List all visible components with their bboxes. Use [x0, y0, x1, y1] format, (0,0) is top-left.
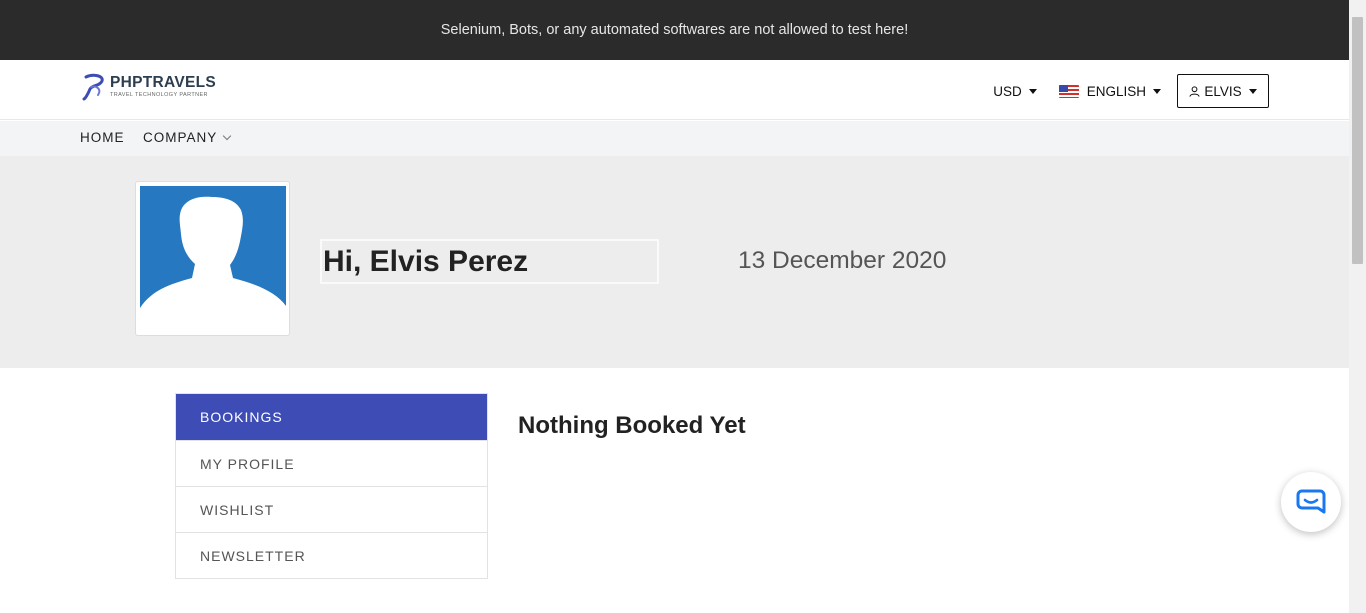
sidebar-item-wishlist[interactable]: WISHLIST: [176, 486, 487, 532]
account-label: ELVIS: [1204, 83, 1242, 99]
caret-down-icon: [1028, 88, 1037, 94]
avatar-frame: [135, 181, 290, 336]
account-button[interactable]: ELVIS: [1177, 74, 1269, 108]
scrollbar-thumb[interactable]: [1352, 17, 1363, 264]
sidebar-item-label: MY PROFILE: [200, 455, 295, 472]
caret-down-icon: [1248, 88, 1257, 94]
nav-home-label: HOME: [80, 130, 125, 145]
currency-label: USD: [993, 83, 1022, 99]
logo-subtitle: TRAVEL TECHNOLOGY PARTNER: [110, 92, 208, 98]
page-scrollbar[interactable]: [1349, 0, 1366, 613]
main-nav: HOME COMPANY: [0, 121, 1349, 156]
sidebar-item-bookings[interactable]: BOOKINGS: [176, 394, 487, 440]
profile-banner: Hi, Elvis Perez 13 December 2020: [0, 156, 1349, 368]
nav-home[interactable]: HOME: [80, 130, 125, 145]
logo-icon: [82, 73, 104, 101]
nav-company[interactable]: COMPANY: [143, 130, 232, 145]
nav-company-label: COMPANY: [143, 130, 218, 145]
language-dropdown[interactable]: ENGLISH: [1058, 83, 1161, 99]
caret-down-icon: [1153, 88, 1161, 94]
empty-bookings-message: Nothing Booked Yet: [518, 412, 746, 439]
greeting-box: Hi, Elvis Perez: [320, 239, 659, 284]
greeting: Hi, Elvis Perez: [323, 244, 529, 278]
user-icon: [1189, 85, 1200, 97]
notice-bar: Selenium, Bots, or any automated softwar…: [0, 0, 1366, 60]
flag-us-icon: [1058, 84, 1079, 98]
language-label: ENGLISH: [1086, 83, 1146, 99]
account-sidebar: BOOKINGS MY PROFILE WISHLIST NEWSLETTER: [175, 393, 488, 579]
logo-title: PHPTRAVELS: [110, 74, 217, 91]
current-date: 13 December 2020: [738, 247, 947, 274]
chevron-down-icon: [223, 131, 232, 141]
sidebar-item-newsletter[interactable]: NEWSLETTER: [176, 532, 487, 578]
avatar: [140, 186, 286, 332]
site-header: PHPTRAVELS TRAVEL TECHNOLOGY PARTNER USD…: [0, 60, 1349, 120]
logo[interactable]: PHPTRAVELS TRAVEL TECHNOLOGY PARTNER: [82, 73, 216, 101]
notice-text: Selenium, Bots, or any automated softwar…: [440, 22, 909, 38]
user-silhouette-icon: [140, 196, 286, 332]
currency-dropdown[interactable]: USD: [993, 84, 1037, 99]
sidebar-item-label: WISHLIST: [200, 501, 275, 518]
sidebar-item-label: NEWSLETTER: [200, 547, 306, 564]
sidebar-item-my-profile[interactable]: MY PROFILE: [176, 440, 487, 486]
chat-button[interactable]: [1281, 472, 1341, 532]
chat-icon: [1296, 489, 1326, 514]
sidebar-item-label: BOOKINGS: [200, 409, 283, 425]
